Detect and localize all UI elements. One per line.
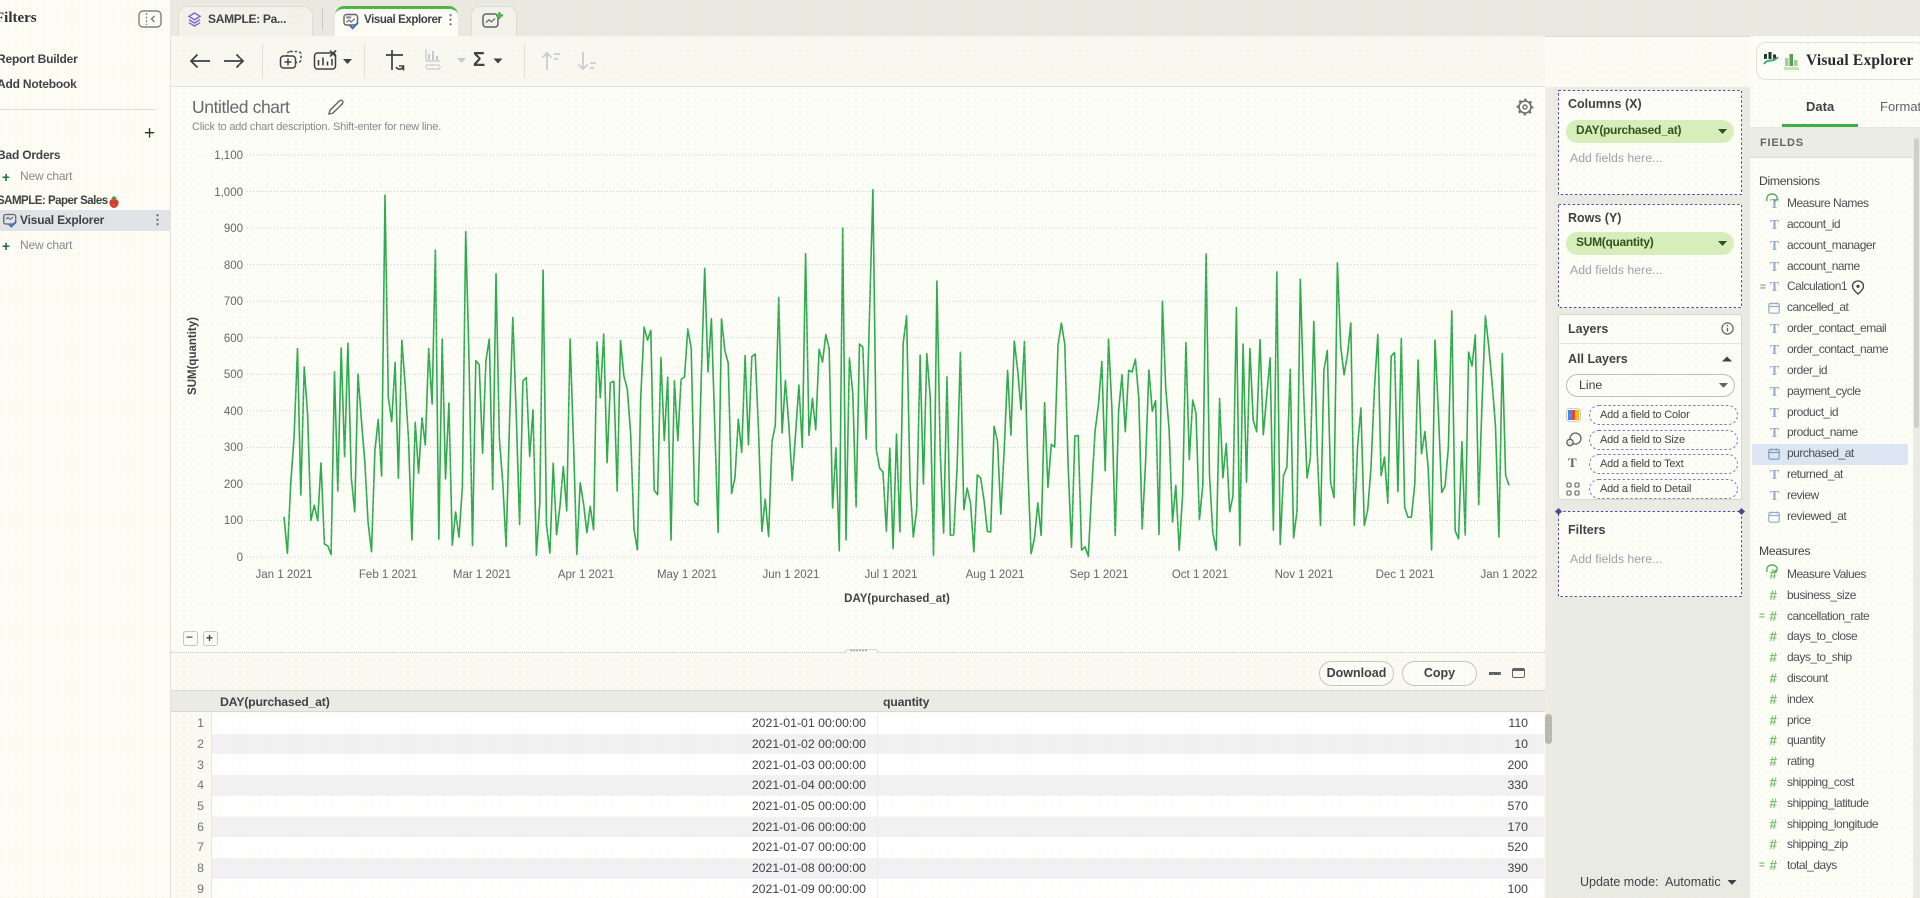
svg-text:700: 700 bbox=[224, 296, 243, 308]
svg-text:Feb 1 2021: Feb 1 2021 bbox=[359, 569, 417, 581]
svg-text:Jan 1 2022: Jan 1 2022 bbox=[1481, 569, 1538, 581]
svg-text:100: 100 bbox=[224, 515, 243, 527]
svg-text:600: 600 bbox=[224, 333, 243, 345]
svg-text:900: 900 bbox=[224, 223, 243, 235]
svg-text:May 1 2021: May 1 2021 bbox=[657, 569, 717, 581]
svg-text:Apr 1 2021: Apr 1 2021 bbox=[558, 569, 614, 581]
svg-text:Sep 1 2021: Sep 1 2021 bbox=[1070, 569, 1129, 581]
svg-text:Dec 1 2021: Dec 1 2021 bbox=[1376, 569, 1435, 581]
svg-text:Nov 1 2021: Nov 1 2021 bbox=[1275, 569, 1334, 581]
svg-text:Oct 1 2021: Oct 1 2021 bbox=[1172, 569, 1228, 581]
svg-text:1,100: 1,100 bbox=[214, 150, 243, 162]
svg-text:200: 200 bbox=[224, 479, 243, 491]
svg-text:Mar 1 2021: Mar 1 2021 bbox=[453, 569, 511, 581]
svg-text:Jun 1 2021: Jun 1 2021 bbox=[763, 569, 820, 581]
svg-text:0: 0 bbox=[237, 552, 243, 564]
svg-text:500: 500 bbox=[224, 369, 243, 381]
svg-text:DAY(purchased_at): DAY(purchased_at) bbox=[844, 593, 950, 605]
svg-text:300: 300 bbox=[224, 442, 243, 454]
svg-text:1,000: 1,000 bbox=[214, 187, 243, 199]
svg-text:Jan 1 2021: Jan 1 2021 bbox=[256, 569, 313, 581]
svg-text:Jul 1 2021: Jul 1 2021 bbox=[864, 569, 917, 581]
svg-text:Aug 1 2021: Aug 1 2021 bbox=[966, 569, 1025, 581]
svg-text:800: 800 bbox=[224, 260, 243, 272]
svg-text:400: 400 bbox=[224, 406, 243, 418]
svg-text:SUM(quantity): SUM(quantity) bbox=[187, 317, 199, 395]
